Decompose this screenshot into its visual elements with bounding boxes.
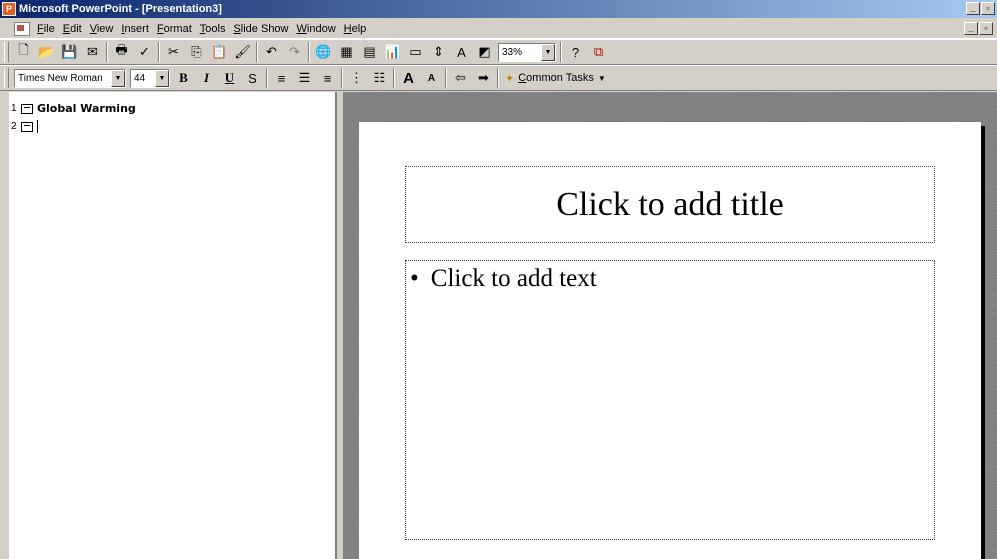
- help-icon[interactable]: ?: [564, 41, 587, 63]
- chevron-down-icon: ▼: [597, 73, 606, 83]
- common-tasks-icon: ✦: [505, 72, 515, 85]
- menu-file[interactable]: File: [34, 23, 60, 35]
- slide-title-text[interactable]: Global Warming: [37, 102, 136, 115]
- menu-window[interactable]: Window: [294, 23, 341, 35]
- new-icon[interactable]: 🗋: [12, 41, 35, 63]
- document-icon[interactable]: [14, 21, 30, 36]
- chevron-down-icon[interactable]: ▼: [155, 69, 169, 87]
- underline-button[interactable]: U: [218, 67, 241, 89]
- align-left-icon[interactable]: ≡: [270, 67, 293, 89]
- zoom-select[interactable]: 33% ▼: [498, 42, 556, 62]
- slide-icon[interactable]: [21, 103, 33, 114]
- numbering-icon[interactable]: ⋮: [345, 67, 368, 89]
- powerpoint-app-icon[interactable]: P: [2, 2, 16, 16]
- expand-all-icon[interactable]: ⇕: [427, 41, 450, 63]
- body-placeholder-text: Click to add text: [430, 265, 597, 292]
- hyperlink-icon[interactable]: 🌐: [312, 41, 335, 63]
- menu-slide-show[interactable]: Slide Show: [230, 23, 293, 35]
- increase-font-size-icon[interactable]: A: [397, 67, 420, 89]
- menu-view[interactable]: View: [87, 23, 119, 35]
- toolbar-grip[interactable]: [4, 68, 9, 88]
- outline-pane[interactable]: 1 Global Warming 2: [9, 92, 337, 559]
- separator: [106, 42, 108, 62]
- menu-format[interactable]: Format: [154, 23, 197, 35]
- bold-button[interactable]: B: [172, 67, 195, 89]
- title-placeholder[interactable]: Click to add title: [405, 166, 935, 243]
- paste-icon[interactable]: 📋: [208, 41, 231, 63]
- new-slide-icon[interactable]: ▭: [404, 41, 427, 63]
- align-right-icon[interactable]: ≡: [316, 67, 339, 89]
- separator: [560, 42, 562, 62]
- tables-borders-icon[interactable]: ▦: [335, 41, 358, 63]
- doc-restore-button[interactable]: ▫: [979, 22, 993, 35]
- separator: [393, 68, 395, 88]
- menu-edit[interactable]: Edit: [60, 23, 87, 35]
- text-cursor: [37, 120, 38, 133]
- chevron-down-icon[interactable]: ▼: [541, 43, 555, 61]
- menu-bar: File Edit View Insert Format Tools Slide…: [0, 19, 997, 39]
- common-tasks-button[interactable]: ✦ Common Tasks ▼: [501, 72, 610, 85]
- separator: [445, 68, 447, 88]
- separator: [266, 68, 268, 88]
- font-name-value: Times New Roman: [18, 72, 103, 84]
- promote-icon[interactable]: ⇦: [449, 67, 472, 89]
- align-center-icon[interactable]: ☰: [293, 67, 316, 89]
- slide-pane: Click to add title • Click to add text: [343, 92, 997, 559]
- separator: [308, 42, 310, 62]
- standard-toolbar: 🗋 📂 💾 ✉ 🖶 ✓ ✂ ⎘ 📋 🖌 ↶ ↷ 🌐 ▦ ▤ 📊 ▭ ⇕ A ◩ …: [0, 39, 997, 65]
- open-icon[interactable]: 📂: [35, 41, 58, 63]
- slide-number: 1: [11, 103, 17, 114]
- acrobat-icon[interactable]: ⧉: [587, 41, 610, 63]
- demote-icon[interactable]: ➡: [472, 67, 495, 89]
- italic-button[interactable]: I: [195, 67, 218, 89]
- slide-icon[interactable]: [21, 121, 33, 132]
- minimize-button[interactable]: _: [966, 2, 980, 15]
- grayscale-icon[interactable]: ◩: [473, 41, 496, 63]
- slide-number: 2: [11, 121, 17, 132]
- shadow-button[interactable]: S: [241, 67, 264, 89]
- save-icon[interactable]: 💾: [58, 41, 81, 63]
- print-icon[interactable]: 🖶: [110, 41, 133, 63]
- outline-slide-2[interactable]: 2: [11, 120, 38, 133]
- email-icon[interactable]: ✉: [81, 41, 104, 63]
- separator: [497, 68, 499, 88]
- undo-icon[interactable]: ↶: [260, 41, 283, 63]
- spelling-icon[interactable]: ✓: [133, 41, 156, 63]
- menu-tools[interactable]: Tools: [197, 23, 231, 35]
- insert-table-icon[interactable]: ▤: [358, 41, 381, 63]
- formatting-toolbar: Times New Roman ▼ 44 ▼ B I U S ≡ ☰ ≡ ⋮ ☷…: [0, 65, 997, 91]
- restore-button[interactable]: ▫: [981, 2, 995, 15]
- slide-canvas[interactable]: Click to add title • Click to add text: [359, 122, 981, 559]
- separator: [256, 42, 258, 62]
- cut-icon[interactable]: ✂: [162, 41, 185, 63]
- font-size-value: 44: [134, 72, 146, 84]
- toolbar-grip[interactable]: [4, 42, 9, 62]
- redo-icon[interactable]: ↷: [283, 41, 306, 63]
- menu-insert[interactable]: Insert: [118, 23, 154, 35]
- format-painter-icon[interactable]: 🖌: [231, 41, 254, 63]
- title-bar: P Microsoft PowerPoint - [Presentation3]…: [0, 0, 997, 18]
- zoom-value: 33%: [502, 46, 523, 58]
- font-name-select[interactable]: Times New Roman ▼: [14, 68, 126, 88]
- common-tasks-label: Common Tasks: [518, 72, 594, 84]
- decrease-font-size-icon[interactable]: A: [420, 67, 443, 89]
- menu-help[interactable]: Help: [341, 23, 372, 35]
- separator: [158, 42, 160, 62]
- separator: [341, 68, 343, 88]
- chevron-down-icon[interactable]: ▼: [111, 69, 125, 87]
- font-size-select[interactable]: 44 ▼: [130, 68, 170, 88]
- doc-minimize-button[interactable]: _: [964, 22, 978, 35]
- bullet: •: [410, 265, 419, 292]
- body-placeholder[interactable]: • Click to add text: [405, 260, 935, 540]
- copy-icon[interactable]: ⎘: [185, 41, 208, 63]
- window-title: Microsoft PowerPoint - [Presentation3]: [19, 3, 222, 15]
- insert-chart-icon[interactable]: 📊: [381, 41, 404, 63]
- bullets-icon[interactable]: ☷: [368, 67, 391, 89]
- show-formatting-icon[interactable]: A: [450, 41, 473, 63]
- outline-slide-1[interactable]: 1 Global Warming: [11, 102, 136, 115]
